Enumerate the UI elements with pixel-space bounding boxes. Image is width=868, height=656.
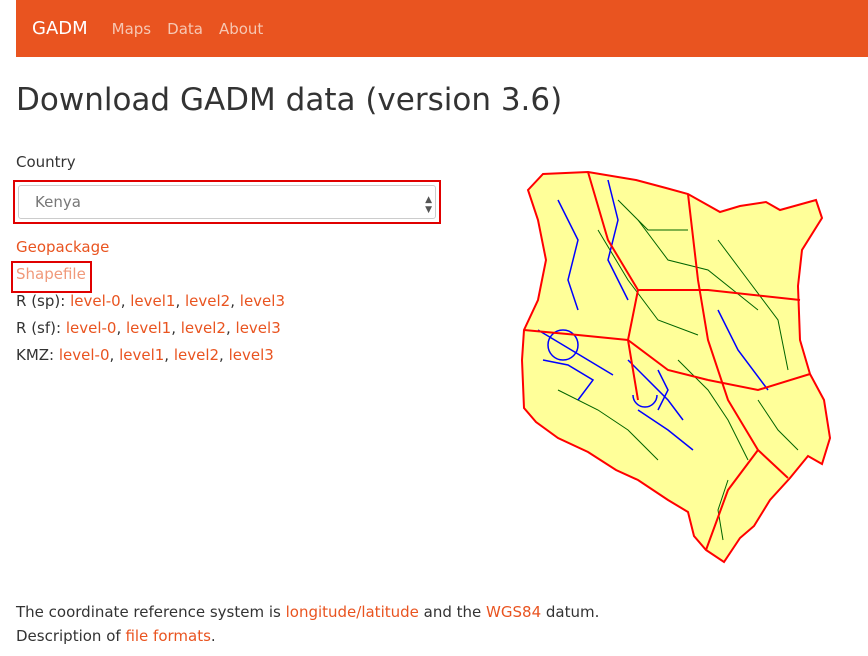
chevron-down-icon: ▲ ▼ xyxy=(425,195,432,215)
r-sp-label: R (sp): xyxy=(16,292,66,310)
country-select-highlight: Kenya ▲ ▼ xyxy=(13,180,441,224)
description-prefix: Description of xyxy=(16,627,121,645)
navbar: GADM Maps Data About xyxy=(16,0,868,57)
nav-link-data[interactable]: Data xyxy=(167,20,203,38)
country-select[interactable]: Kenya ▲ ▼ xyxy=(18,185,436,219)
r-sp-row: R (sp): level-0, level1, level2, level3 xyxy=(16,292,285,310)
r-sf-level1-link[interactable]: level1 xyxy=(126,319,171,337)
kmz-row: KMZ: level-0, level1, level2, level3 xyxy=(16,346,274,364)
page-title: Download GADM data (version 3.6) xyxy=(16,82,563,118)
kmz-level1-link[interactable]: level1 xyxy=(119,346,164,364)
country-select-value: Kenya xyxy=(35,193,81,211)
description-suffix: . xyxy=(210,627,216,645)
r-sf-level2-link[interactable]: level2 xyxy=(181,319,226,337)
kmz-level2-link[interactable]: level2 xyxy=(174,346,219,364)
crs-mid: and the xyxy=(423,603,482,621)
country-map xyxy=(520,170,832,564)
kmz-level0-link[interactable]: level-0 xyxy=(59,346,110,364)
r-sf-level0-link[interactable]: level-0 xyxy=(66,319,117,337)
country-label: Country xyxy=(16,153,76,171)
r-sf-row: R (sf): level-0, level1, level2, level3 xyxy=(16,319,281,337)
file-formats-link[interactable]: file formats xyxy=(125,627,210,645)
nav-link-maps[interactable]: Maps xyxy=(112,20,151,38)
crs-suffix: datum. xyxy=(545,603,600,621)
r-sf-level3-link[interactable]: level3 xyxy=(236,319,281,337)
kmz-level3-link[interactable]: level3 xyxy=(229,346,274,364)
shapefile-link[interactable]: Shapefile xyxy=(16,265,86,283)
brand-link[interactable]: GADM xyxy=(32,18,88,39)
r-sp-level2-link[interactable]: level2 xyxy=(185,292,230,310)
r-sp-level0-link[interactable]: level-0 xyxy=(70,292,121,310)
nav-link-about[interactable]: About xyxy=(219,20,263,38)
kmz-label: KMZ: xyxy=(16,346,55,364)
description-text: Description of file formats. xyxy=(16,627,216,645)
r-sp-level3-link[interactable]: level3 xyxy=(240,292,285,310)
longitude-latitude-link[interactable]: longitude/latitude xyxy=(286,603,419,621)
r-sp-level1-link[interactable]: level1 xyxy=(130,292,175,310)
wgs84-link[interactable]: WGS84 xyxy=(486,603,541,621)
crs-text: The coordinate reference system is longi… xyxy=(16,603,599,621)
geopackage-link[interactable]: Geopackage xyxy=(16,238,109,256)
crs-prefix: The coordinate reference system is xyxy=(16,603,281,621)
r-sf-label: R (sf): xyxy=(16,319,62,337)
